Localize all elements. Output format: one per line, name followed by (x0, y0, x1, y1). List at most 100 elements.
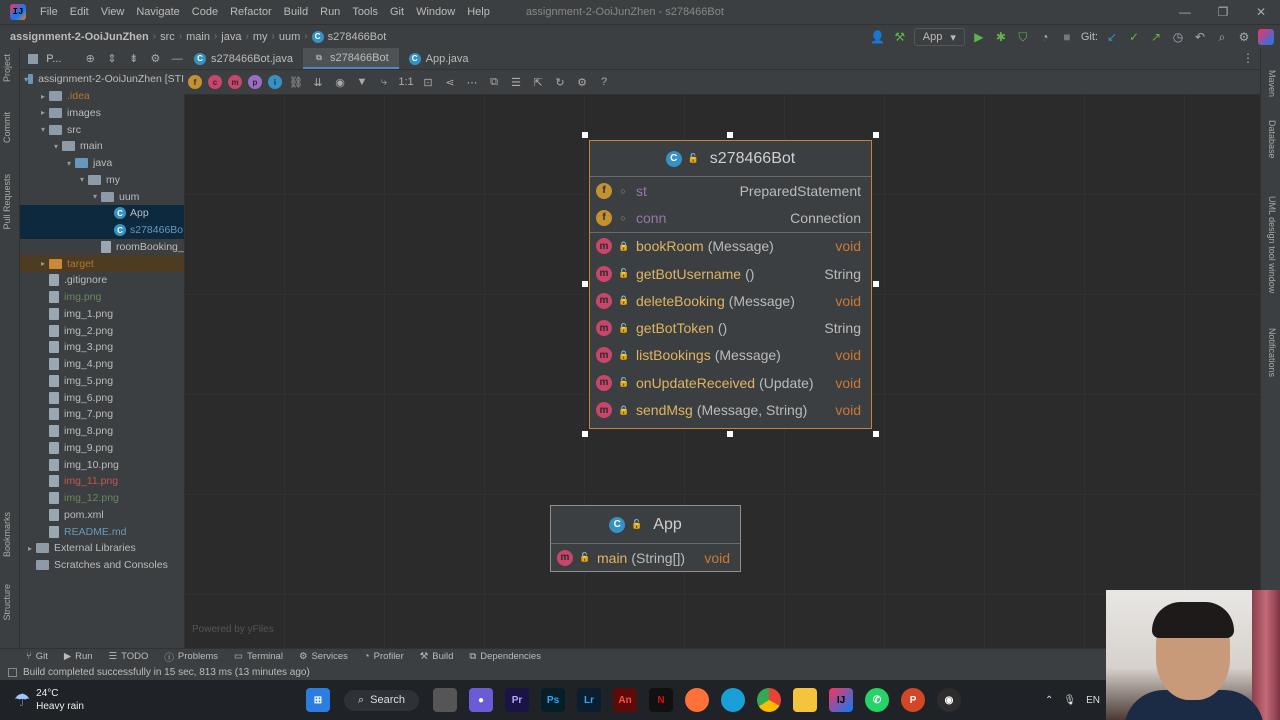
tree-item[interactable]: README.md (20, 523, 184, 540)
menu-view[interactable]: View (95, 0, 131, 24)
tree-item[interactable]: .gitignore (20, 272, 184, 289)
structure-tool-tab[interactable]: Structure (2, 584, 12, 621)
tree-item[interactable]: pom.xml (20, 507, 184, 524)
collapsed-arrow-icon[interactable]: ▸ (24, 544, 36, 553)
uml-method-row[interactable]: m 🔒 bookRoom (Message) void (590, 233, 871, 260)
file-explorer-icon[interactable] (793, 688, 818, 712)
obs-icon[interactable]: ◉ (937, 688, 962, 712)
tree-item[interactable]: img_6.png (20, 389, 184, 406)
tree-item[interactable]: img_9.png (20, 440, 184, 457)
expanded-arrow-icon[interactable]: ▾ (63, 159, 75, 168)
tool-window-build[interactable]: ⚒ Build (420, 651, 454, 662)
tree-item[interactable]: ▾ uum (20, 188, 184, 205)
minimize-icon[interactable]: — (1166, 0, 1204, 24)
collapsed-arrow-icon[interactable]: ▸ (37, 259, 49, 268)
expanded-arrow-icon[interactable]: ▾ (89, 192, 101, 201)
fit-content-icon[interactable]: ⊡ (420, 74, 436, 90)
menu-run[interactable]: Run (314, 0, 346, 24)
show-constructors-icon[interactable]: c (208, 75, 222, 89)
menu-help[interactable]: Help (461, 0, 496, 24)
tree-item[interactable]: img.png (20, 289, 184, 306)
menu-git[interactable]: Git (384, 0, 410, 24)
breadcrumb-item[interactable]: src (156, 31, 179, 43)
intellij-taskbar-icon[interactable]: IJ (829, 688, 854, 712)
tree-item[interactable]: roomBooking_ (20, 239, 184, 256)
tree-item[interactable]: ▾ main (20, 138, 184, 155)
tree-item[interactable]: img_1.png (20, 306, 184, 323)
weather-widget[interactable]: ☂ 24°C Heavy rain (0, 687, 300, 713)
tool-window-dependencies[interactable]: ⧉ Dependencies (469, 651, 541, 662)
run-config-select[interactable]: App ▾ (913, 28, 965, 46)
collapse-all-icon[interactable]: ⇟ (127, 51, 141, 67)
tree-item[interactable]: ▾ my (20, 172, 184, 189)
database-tool-tab[interactable]: Database (1267, 120, 1277, 159)
show-fields-icon[interactable]: f (188, 75, 202, 89)
breadcrumb-item[interactable]: s278466Bot (324, 31, 391, 43)
project-panel-title[interactable]: P... (46, 53, 61, 65)
tree-item[interactable]: ▸ images (20, 105, 184, 122)
microphone-icon[interactable]: 🎙 (1063, 695, 1076, 706)
history-icon[interactable]: ◷ (1170, 29, 1186, 45)
rollback-icon[interactable]: ↶ (1192, 29, 1208, 45)
tree-item[interactable]: Scratches and Consoles (20, 557, 184, 574)
breadcrumb-item[interactable]: my (249, 31, 272, 43)
menu-file[interactable]: File (34, 0, 64, 24)
tool-window-services[interactable]: ⚙ Services (299, 651, 348, 662)
commit-tool-tab[interactable]: Commit (2, 112, 12, 143)
breadcrumb-item[interactable]: main (182, 31, 214, 43)
tree-item[interactable]: img_10.png (20, 456, 184, 473)
filter-icon[interactable]: ▼ (354, 74, 370, 90)
uml-design-tool-tab[interactable]: UML design tool window (1267, 196, 1277, 293)
tree-item[interactable]: img_7.png (20, 406, 184, 423)
tree-item[interactable]: ▾ java (20, 155, 184, 172)
tool-window-problems[interactable]: ⓘ Problems (164, 650, 218, 664)
breadcrumb-item[interactable]: java (217, 31, 245, 43)
expanded-arrow-icon[interactable]: ▾ (37, 125, 49, 134)
menu-refactor[interactable]: Refactor (224, 0, 278, 24)
hide-icon[interactable]: — (170, 51, 184, 67)
uml-method-row[interactable]: m 🔓 getBotUsername() String (590, 260, 871, 287)
diagram-canvas[interactable]: Powered by yFiles C 🔓 s278466Bot f ○ st Pre… (184, 94, 1260, 650)
menu-build[interactable]: Build (278, 0, 314, 24)
lightroom-icon[interactable]: Lr (577, 688, 602, 712)
project-tool-tab[interactable]: Project (2, 54, 12, 82)
options-gear-icon[interactable]: ⚙ (149, 51, 163, 67)
more-tabs-icon[interactable]: ⋮ (1242, 51, 1254, 65)
netflix-icon[interactable]: N (649, 688, 674, 712)
uml-method-row[interactable]: m 🔒 deleteBooking (Message) void (590, 287, 871, 314)
show-dependencies-icon[interactable]: ⛓ (288, 74, 304, 90)
tree-item[interactable]: ▾ assignment-2-OoiJunZhen [STI (20, 71, 184, 88)
uml-method-row[interactable]: m 🔓 main (String[]) void (551, 544, 740, 571)
search-icon[interactable]: ⌕ (1214, 29, 1230, 45)
actual-size-icon[interactable]: 1:1 (398, 74, 414, 90)
tree-item[interactable]: img_3.png (20, 339, 184, 356)
run-icon[interactable]: ▶ (971, 29, 987, 45)
start-windows-icon[interactable]: ⊞ (306, 688, 330, 712)
share-icon[interactable]: ⋖ (442, 74, 458, 90)
tree-item[interactable]: Cs278466Bo (20, 221, 184, 239)
tree-item[interactable]: ▸ target (20, 255, 184, 272)
tree-item[interactable]: ▾ src (20, 121, 184, 138)
show-inner-classes-icon[interactable]: i (268, 75, 282, 89)
help-icon[interactable]: ? (596, 74, 612, 90)
tree-item[interactable]: img_12.png (20, 490, 184, 507)
premiere-icon[interactable]: Pr (505, 688, 530, 712)
coverage-icon[interactable]: ⛉ (1015, 29, 1031, 45)
uml-field-row[interactable]: f ○ conn Connection (590, 204, 871, 231)
uml-method-row[interactable]: m 🔓 getBotToken() String (590, 314, 871, 341)
show-methods-icon[interactable]: m (228, 75, 242, 89)
editor-tab[interactable]: C App.java (399, 48, 479, 69)
debug-icon[interactable]: ✱ (993, 29, 1009, 45)
expanded-arrow-icon[interactable]: ▾ (50, 142, 62, 151)
settings-icon[interactable]: ⚙ (574, 74, 590, 90)
git-push-icon[interactable]: ↗ (1148, 29, 1164, 45)
uml-method-row[interactable]: m 🔒 sendMsg (Message, String) void (590, 396, 871, 423)
apply-layout-icon[interactable]: ☰ (508, 74, 524, 90)
menu-navigate[interactable]: Navigate (130, 0, 185, 24)
menu-tools[interactable]: Tools (346, 0, 384, 24)
tool-window-run[interactable]: ▶ Run (64, 651, 93, 662)
user-icon[interactable]: 👤 (870, 29, 886, 45)
close-icon[interactable]: ✕ (1242, 0, 1280, 24)
tool-window-git[interactable]: ⑂ Git (26, 651, 48, 662)
uml-field-row[interactable]: f ○ st PreparedStatement (590, 177, 871, 204)
